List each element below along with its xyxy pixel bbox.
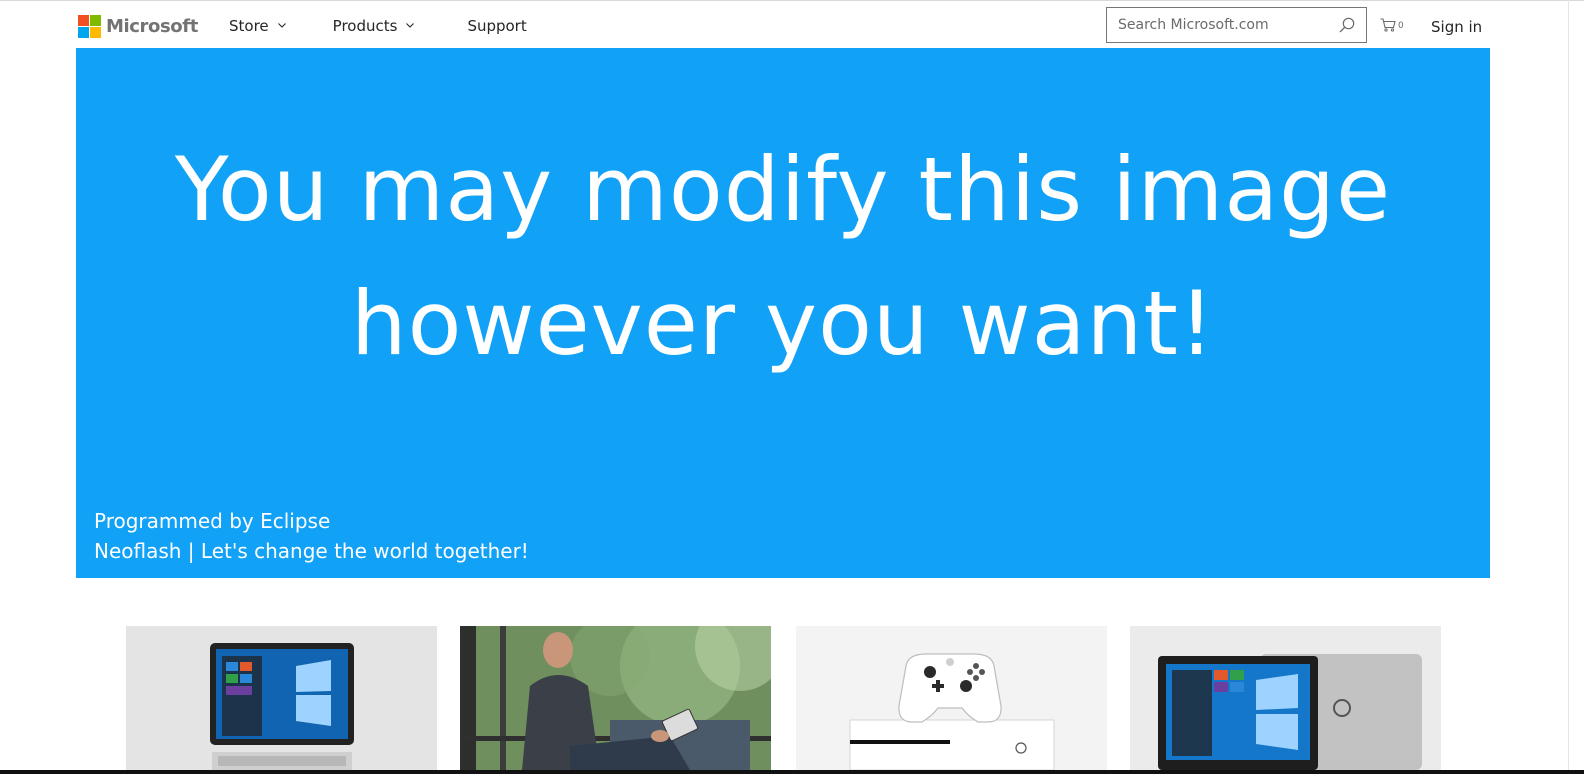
xbox-one-s-image [796, 626, 1107, 770]
cart-count: 0 [1398, 21, 1404, 31]
chevron-down-icon [406, 23, 415, 28]
man-with-tablet-tile[interactable] [460, 626, 771, 770]
microsoft-logo-icon [78, 14, 101, 38]
main-nav: Store Products Support [229, 17, 527, 35]
search-input[interactable] [1116, 10, 1336, 40]
hero-credit-line-1: Programmed by Eclipse [94, 509, 331, 533]
dell-laptop-tile[interactable] [1130, 626, 1441, 770]
nav-products[interactable]: Products [333, 17, 416, 35]
xbox-one-s-tile[interactable] [796, 626, 1107, 770]
logo-text: Microsoft [106, 15, 198, 37]
nav-store[interactable]: Store [229, 17, 287, 35]
hero-banner[interactable]: You may modify this image however you wa… [76, 48, 1490, 578]
nav-store-label: Store [229, 17, 269, 35]
cart-icon [1380, 18, 1396, 32]
hero-headline-line-2: however you want! [350, 272, 1216, 375]
chevron-down-icon [277, 23, 286, 28]
hero-credit-line-2: Neoflash | Let's change the world togeth… [94, 539, 529, 563]
surface-pro-image [210, 643, 354, 770]
search-box [1106, 7, 1367, 43]
search-icon[interactable] [1338, 16, 1356, 34]
nav-products-label: Products [332, 17, 398, 35]
hero-headline-line-1: You may modify this image [174, 138, 1392, 241]
cart-button[interactable]: 0 [1380, 18, 1404, 32]
man-with-tablet-image [460, 626, 771, 770]
sign-in-link[interactable]: Sign in [1431, 18, 1482, 36]
site-header: Microsoft Store Products Support Search … [0, 0, 1584, 48]
bottom-edge [0, 770, 1584, 774]
surface-pro-tile[interactable] [126, 626, 437, 770]
nav-support[interactable]: Support [467, 17, 526, 35]
scrollbar-track [1568, 0, 1569, 774]
dell-laptop-image [1130, 626, 1441, 770]
nav-support-label: Support [467, 17, 527, 35]
microsoft-logo[interactable]: Microsoft [78, 14, 198, 38]
